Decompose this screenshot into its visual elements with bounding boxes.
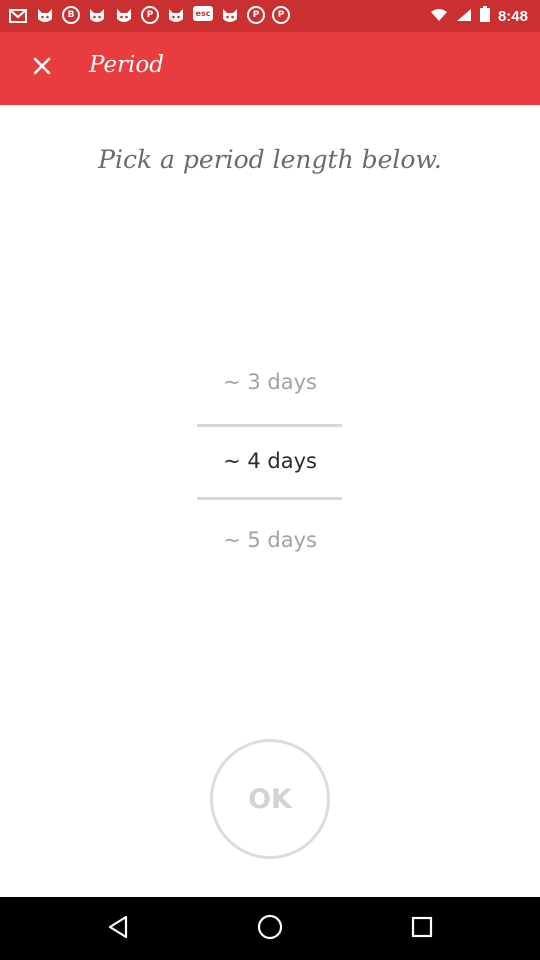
instruction-text: Pick a period length below.	[98, 145, 442, 174]
picker-option-3-days[interactable]: ~ 3 days	[0, 370, 540, 394]
status-bar: B P esc P P 8:48	[0, 0, 540, 32]
cat-icon	[166, 6, 186, 26]
close-icon	[33, 57, 51, 79]
cat-icon	[220, 6, 240, 26]
recents-icon	[411, 916, 433, 942]
status-time: 8:48	[497, 7, 528, 25]
pinterest-icon: P	[247, 6, 265, 24]
app-bar: Period	[0, 32, 540, 105]
b-icon: B	[62, 6, 80, 24]
pinterest-icon: P	[141, 6, 159, 24]
wifi-icon	[430, 7, 448, 26]
cat-icon	[87, 6, 107, 26]
recents-button[interactable]	[402, 909, 442, 949]
picker-divider-bottom	[197, 497, 342, 500]
cat-icon	[114, 6, 134, 26]
ok-label: OK	[248, 783, 292, 815]
page-title: Period	[89, 52, 164, 78]
mail-icon	[8, 6, 28, 26]
system-status: 8:48	[430, 6, 528, 26]
cat-icon	[35, 6, 55, 26]
period-length-picker[interactable]: ~ 3 days ~ 4 days ~ 5 days	[0, 344, 540, 580]
pinterest-icon: P	[272, 6, 290, 24]
back-icon	[107, 915, 129, 943]
home-icon	[257, 914, 283, 944]
picker-option-4-days[interactable]: ~ 4 days	[0, 449, 540, 473]
home-button[interactable]	[250, 909, 290, 949]
close-button[interactable]	[18, 44, 66, 92]
navigation-bar	[0, 897, 540, 960]
battery-icon	[479, 6, 490, 26]
back-button[interactable]	[98, 909, 138, 949]
notification-icons: B P esc P P	[8, 6, 290, 26]
picker-divider-top	[197, 424, 342, 427]
picker-option-5-days[interactable]: ~ 5 days	[0, 528, 540, 552]
esc-icon: esc	[193, 6, 213, 21]
signal-icon	[456, 7, 472, 26]
ok-button[interactable]: OK	[210, 739, 330, 859]
